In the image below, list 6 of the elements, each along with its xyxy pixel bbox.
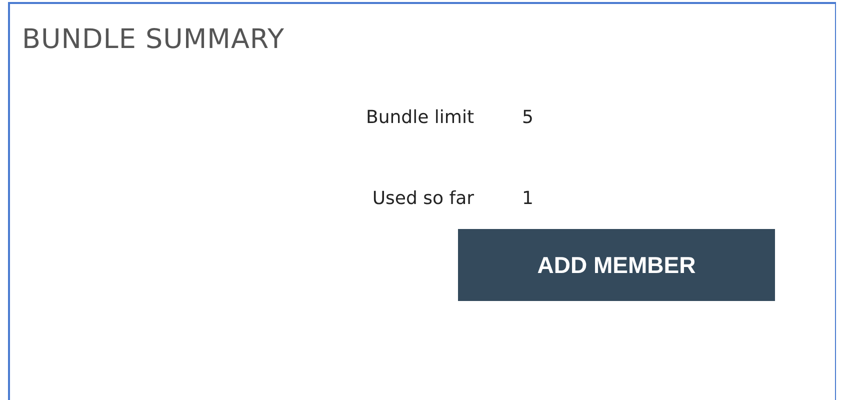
field-label: Used so far: [372, 188, 474, 209]
field-value: 1: [522, 188, 534, 209]
panel-title: BUNDLE SUMMARY: [22, 24, 284, 55]
field-label: Bundle limit: [366, 107, 474, 128]
field-value: 5: [522, 107, 534, 128]
add-member-button[interactable]: ADD MEMBER: [458, 229, 775, 301]
